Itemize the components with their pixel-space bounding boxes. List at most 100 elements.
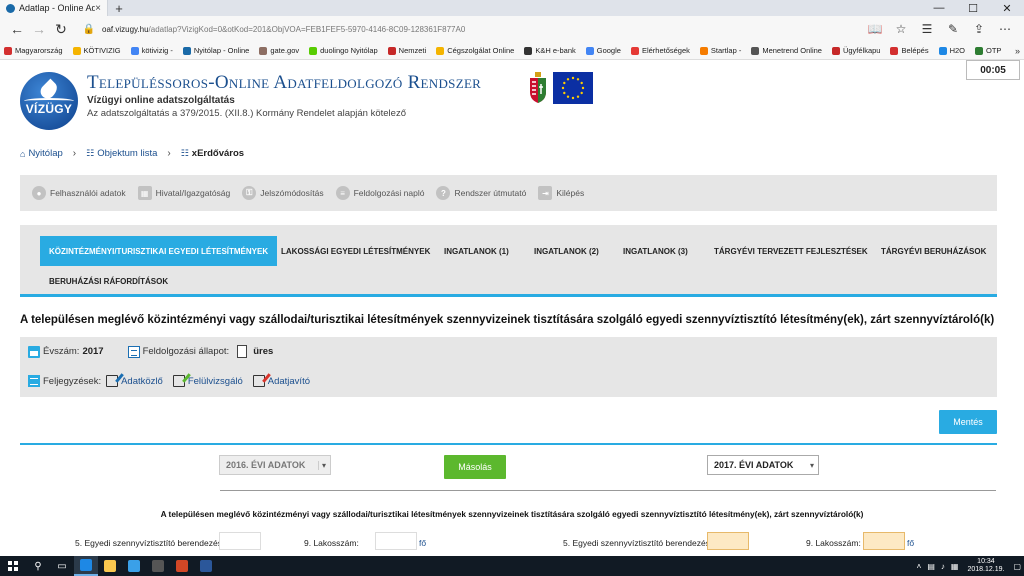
language-icon[interactable]: ▦ — [951, 562, 959, 571]
windows-start-icon[interactable] — [0, 556, 26, 576]
pen-icon[interactable]: ✎ — [940, 22, 966, 36]
breadcrumb-object-list[interactable]: ☷ Objektum lista — [86, 148, 157, 159]
task-view-icon[interactable]: ▭ — [50, 556, 74, 576]
search-icon[interactable]: ⚲ — [26, 556, 50, 576]
list-icon: ☷ — [86, 148, 95, 158]
bookmark-item[interactable]: Nemzeti — [387, 46, 426, 55]
field-left-population-input[interactable] — [375, 532, 417, 550]
tab-public-tourist-facilities[interactable]: KÖZINTÉZMÉNYI/TURISZTIKAI EGYEDI LÉTESÍT… — [40, 236, 278, 266]
bookmark-label: Google — [596, 46, 621, 55]
menu-password-change[interactable]: ⚿ Jelszómódosítás — [242, 186, 324, 200]
bookmark-item[interactable]: K&H e-bank — [524, 46, 576, 55]
share-icon[interactable]: ⇪ — [966, 22, 992, 36]
bookmark-item[interactable]: Menetrend Online — [751, 46, 822, 55]
chevron-down-icon: ▾ — [809, 460, 814, 470]
close-tab-icon[interactable]: × — [95, 3, 101, 14]
breadcrumb-home[interactable]: ⌂ Nyitólap — [20, 148, 63, 159]
browser-tab[interactable]: Adatlap - Online Adatfe × — [0, 0, 108, 16]
bookmark-item[interactable]: Belépés — [890, 46, 929, 55]
bookmark-item[interactable]: gate.gov — [259, 46, 299, 55]
tab-planned-developments[interactable]: TÁRGYÉVI TERVEZETT FEJLESZTÉSEK — [705, 236, 877, 266]
refresh-icon[interactable]: ↻ — [50, 21, 72, 38]
bookmark-item[interactable]: Cégszolgálat Online — [436, 46, 514, 55]
bookmark-favicon-icon — [4, 46, 12, 55]
bookmark-label: Menetrend Online — [762, 46, 822, 55]
tab-investment-costs[interactable]: BERUHÁZÁSI RÁFORDÍTÁSOK — [40, 266, 177, 296]
info-panel: Évszám: 2017 Feldolgozási állapot: üres … — [20, 337, 997, 397]
clock[interactable]: 10:34 2018.12.19. — [967, 558, 1004, 574]
copy-button[interactable]: Másolás — [444, 455, 506, 479]
previous-year-select[interactable]: 2016. ÉVI ADATOK ▾ — [219, 455, 331, 475]
page-title: A településen meglévő közintézményi vagy… — [20, 314, 995, 326]
note-link-reviewer[interactable]: Felülvizsgáló — [188, 376, 243, 387]
network-icon[interactable]: ▤ — [927, 562, 935, 571]
user-icon: ● — [32, 186, 46, 200]
browser-titlebar: Adatlap - Online Adatfe × + — ☐ ✕ — [0, 0, 1024, 16]
note-link-data-provider[interactable]: Adatközlő — [121, 376, 163, 387]
site-title: Településsoros-Online Adatfeldolgozó Ren… — [87, 72, 482, 93]
store-icon[interactable] — [146, 556, 170, 576]
bookmark-item[interactable]: kötivizig - — [130, 46, 173, 55]
session-timer: 00:05 — [966, 60, 1020, 80]
bookmark-item[interactable]: Nyitólap - Online — [182, 46, 250, 55]
bookmark-item[interactable]: Startlap - — [699, 46, 741, 55]
form-divider — [220, 490, 996, 491]
field-left-treatment-input[interactable] — [219, 532, 261, 550]
status-value: üres — [253, 346, 274, 357]
notifications-icon[interactable]: ▢ — [1013, 562, 1021, 571]
bookmark-favicon-icon — [436, 46, 445, 55]
current-year-select[interactable]: 2017. ÉVI ADATOK ▾ — [707, 455, 819, 475]
tab-properties-3[interactable]: INGATLANOK (3) — [614, 236, 697, 266]
menu-logout[interactable]: ⇥ Kilépés — [538, 186, 584, 200]
bookmark-item[interactable]: OTP — [975, 46, 1001, 55]
new-tab-button[interactable]: + — [108, 0, 130, 16]
url-field[interactable]: oaf.vizugy.hu/adatlap?VizigKod=0&otKod=2… — [102, 25, 862, 34]
field-right-population-input[interactable] — [863, 532, 905, 550]
vizugy-logo[interactable]: VÍZÜGY — [20, 72, 78, 130]
bookmark-item[interactable]: H2O — [938, 46, 965, 55]
bookmark-item[interactable]: KÖTIVIZIG — [72, 46, 121, 55]
bookmark-item[interactable]: duolingo Nyitólap — [309, 46, 378, 55]
tray-up-icon[interactable]: ˄ — [917, 562, 922, 571]
close-window-icon[interactable]: ✕ — [990, 0, 1024, 16]
forward-icon[interactable]: → — [28, 21, 50, 37]
reading-view-icon[interactable]: 📖 — [862, 22, 888, 36]
menu-system-guide[interactable]: ? Rendszer útmutató — [436, 186, 526, 200]
favorite-star-icon[interactable]: ☆ — [888, 22, 914, 36]
favorites-hub-icon[interactable]: ☰ — [914, 22, 940, 36]
menu-processing-log-label: Feldolgozási napló — [353, 188, 425, 198]
maximize-icon[interactable]: ☐ — [956, 0, 990, 16]
powerpoint-icon[interactable] — [170, 556, 194, 576]
field-left-population-unit: fő — [419, 538, 427, 548]
menu-office[interactable]: ▦ Hivatal/Igazgatóság — [137, 186, 230, 200]
bookmark-item[interactable]: Elérhetőségek — [630, 46, 690, 55]
tab-residential-facilities[interactable]: LAKOSSÁGI EGYEDI LÉTESÍTMÉNYEK — [272, 236, 439, 266]
save-button[interactable]: Mentés — [939, 410, 997, 434]
minimize-icon[interactable]: — — [922, 0, 956, 16]
bookmark-label: kötivizig - — [141, 46, 173, 55]
more-icon[interactable]: ⋯ — [992, 22, 1018, 36]
edge-browser-icon[interactable] — [74, 556, 98, 576]
bookmark-item[interactable]: Google — [585, 46, 621, 55]
bookmarks-overflow-icon[interactable]: » — [1015, 46, 1020, 56]
bookmark-favicon-icon — [309, 46, 318, 55]
bookmark-label: Nyitólap - Online — [193, 46, 250, 55]
file-explorer-icon[interactable] — [98, 556, 122, 576]
word-icon[interactable] — [194, 556, 218, 576]
tab-properties-1[interactable]: INGATLANOK (1) — [435, 236, 518, 266]
field-right-treatment-input[interactable] — [707, 532, 749, 550]
menu-user-data[interactable]: ● Felhasználói adatok — [32, 186, 126, 200]
menu-processing-log[interactable]: ≡ Feldolgozási napló — [335, 186, 425, 200]
bookmark-item[interactable]: Ügyfélkapu — [831, 46, 880, 55]
tab-investments[interactable]: TÁRGYÉVI BERUHÁZÁSOK — [872, 236, 995, 266]
tab-properties-2[interactable]: INGATLANOK (2) — [525, 236, 608, 266]
bookmark-favicon-icon — [259, 46, 268, 55]
field-right-population-label: 9. Lakosszám: — [806, 538, 861, 548]
note-link-data-corrector[interactable]: Adatjavító — [268, 376, 310, 387]
bookmark-item[interactable]: Magyarország — [4, 46, 63, 55]
category-tabs: KÖZINTÉZMÉNYI/TURISZTIKAI EGYEDI LÉTESÍT… — [20, 225, 997, 297]
back-icon[interactable]: ← — [6, 21, 28, 37]
ie-browser-icon[interactable] — [122, 556, 146, 576]
volume-icon[interactable]: ♪ — [941, 562, 945, 571]
previous-year-value: 2016. ÉVI ADATOK — [226, 460, 306, 470]
